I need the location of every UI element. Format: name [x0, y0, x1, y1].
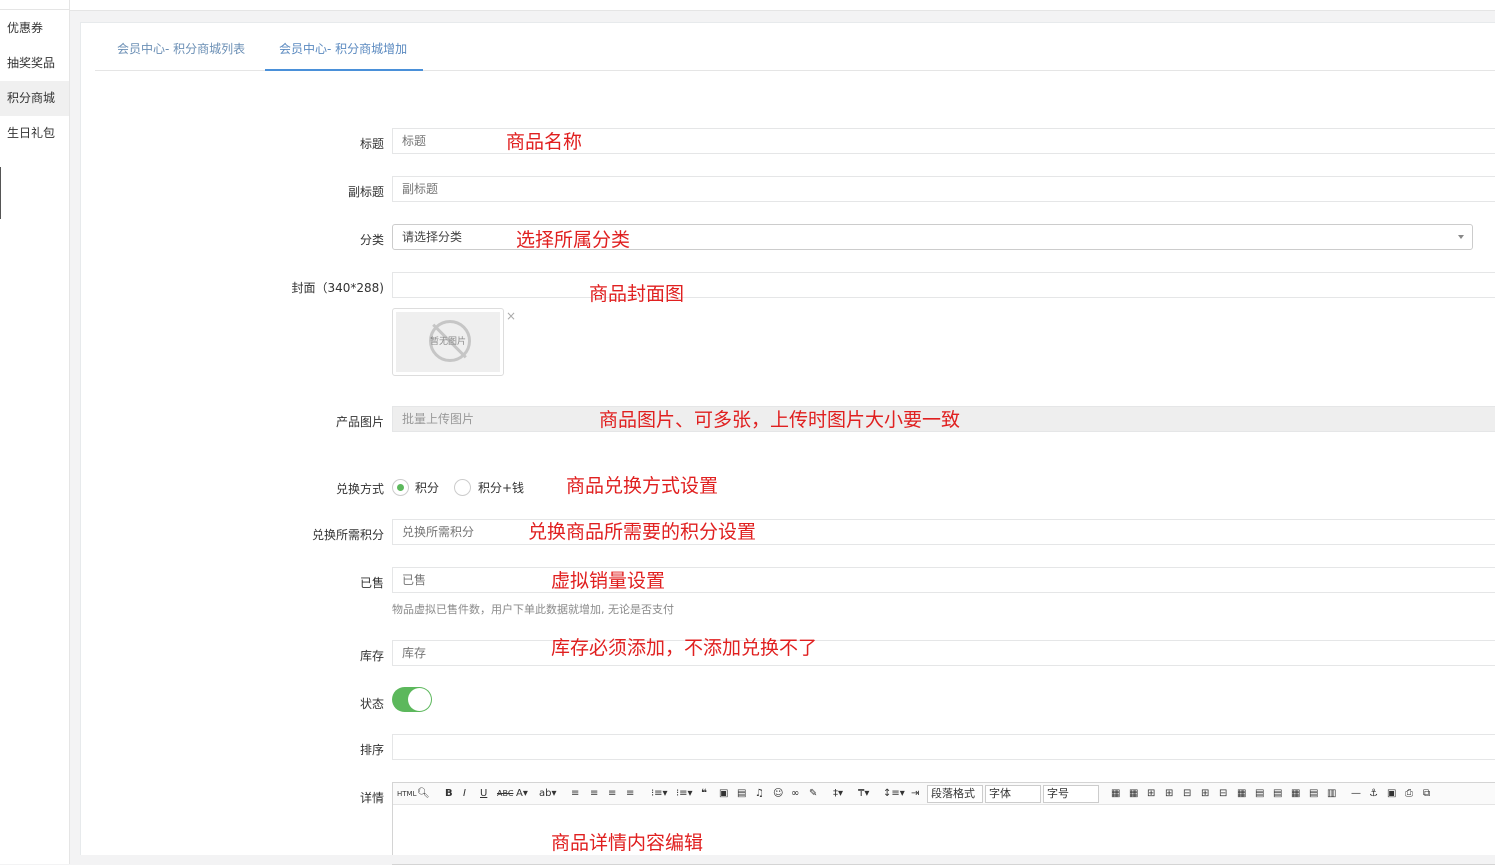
music-icon[interactable]: ♫ — [755, 786, 764, 802]
status-toggle[interactable] — [392, 687, 432, 712]
insert-row-before-icon[interactable]: ⊞ — [1147, 786, 1155, 802]
image-icon[interactable]: ▣ — [719, 786, 728, 802]
align-center-icon[interactable]: ≡ — [590, 786, 598, 802]
fullscreen-icon[interactable]: ⧉ — [1423, 786, 1430, 802]
italic-icon[interactable]: I — [463, 786, 466, 802]
indent-icon[interactable]: ⇥ — [911, 786, 919, 802]
annotation-sold: 虚拟销量设置 — [551, 570, 666, 592]
annotation-stock: 库存必须添加，不添加兑换不了 — [551, 637, 818, 659]
insert-col-icon[interactable]: ⊞ — [1201, 786, 1209, 802]
cover-thumbnail[interactable]: 暂无图片 — [392, 308, 504, 376]
paragraph-spacing-icon[interactable]: ₸▾ — [858, 786, 869, 802]
merge-cells-icon[interactable]: ▦ — [1237, 786, 1246, 802]
top-bar — [70, 0, 1495, 11]
unordered-list-icon[interactable]: ⁝≡▾ — [676, 786, 693, 802]
chevron-down-icon — [1458, 235, 1464, 239]
font-size-select[interactable]: 字号 — [1043, 785, 1099, 803]
font-family-select[interactable]: 字体 — [985, 785, 1041, 803]
anchor-icon[interactable]: ⚓ — [1369, 786, 1378, 802]
no-image-text: 暂无图片 — [429, 337, 466, 347]
exchange-option-points-money-label: 积分+钱 — [478, 481, 525, 495]
merge-right-icon[interactable]: ▤ — [1255, 786, 1264, 802]
delete-col-icon[interactable]: ⊟ — [1219, 786, 1227, 802]
annotation-exchange: 商品兑换方式设置 — [566, 475, 719, 497]
annotation-cover: 商品封面图 — [589, 283, 685, 305]
strikethrough-icon[interactable]: ABC — [497, 786, 513, 802]
tab-bar: 会员中心- 积分商城列表 会员中心- 积分商城增加 — [95, 35, 1495, 71]
content-card: 会员中心- 积分商城列表 会员中心- 积分商城增加 标题 商品名称 副标题 分类… — [80, 22, 1495, 865]
product-images-label: 产品图片 — [335, 415, 384, 429]
sidebar-top-divider — [0, 0, 70, 10]
delete-row-icon[interactable]: ⊟ — [1183, 786, 1191, 802]
detail-label: 详情 — [359, 791, 384, 805]
title-label: 标题 — [359, 137, 384, 151]
row-spacing-icon[interactable]: ↕≡▾ — [883, 786, 905, 802]
annotation-title: 商品名称 — [506, 131, 583, 153]
sort-input[interactable] — [392, 734, 1495, 760]
table-icon[interactable]: ▦ — [1111, 786, 1120, 802]
html-source-icon[interactable]: HTML — [397, 786, 416, 802]
footer-strip — [70, 855, 1495, 864]
align-left-icon[interactable]: ≡ — [571, 786, 579, 802]
template-icon[interactable]: ▣ — [1387, 786, 1396, 802]
cover-label: 封面（340*288) — [291, 281, 385, 295]
annotation-points: 兑换商品所需要的积分设置 — [528, 521, 757, 543]
sidebar-item-coupon[interactable]: 优惠券 — [0, 11, 69, 46]
merge-down-icon[interactable]: ▤ — [1273, 786, 1282, 802]
eraser-icon[interactable]: ✎ — [809, 786, 817, 802]
sidebar-item-points-mall[interactable]: 积分商城 — [0, 81, 69, 116]
exchange-option-points-label: 积分 — [415, 481, 440, 495]
close-icon[interactable]: × — [506, 309, 516, 323]
sort-label: 排序 — [359, 743, 384, 757]
file-icon[interactable]: ▤ — [737, 786, 746, 802]
tab-points-mall-list[interactable]: 会员中心- 积分商城列表 — [103, 35, 259, 71]
underline-icon[interactable]: U — [480, 786, 487, 802]
blockquote-icon[interactable]: ❝ — [701, 786, 707, 802]
points-required-label: 兑换所需积分 — [311, 528, 384, 542]
exchange-label: 兑换方式 — [335, 482, 384, 496]
exchange-radio-points-money[interactable] — [454, 479, 471, 496]
cover-input[interactable] — [392, 272, 1495, 298]
category-select-value: 请选择分类 — [402, 230, 463, 244]
ordered-list-icon[interactable]: ⁝≡▾ — [651, 786, 668, 802]
sidebar-item-lottery-prize[interactable]: 抽奖奖品 — [0, 46, 69, 81]
line-height-icon[interactable]: ‡▾ — [833, 786, 843, 802]
split-cols-icon[interactable]: ▥ — [1327, 786, 1336, 802]
emoji-icon[interactable]: ☺ — [773, 786, 783, 802]
subtitle-input[interactable] — [392, 176, 1495, 202]
font-color-icon[interactable]: A▾ — [516, 786, 528, 802]
tab-points-mall-add[interactable]: 会员中心- 积分商城增加 — [265, 35, 423, 71]
background-color-icon[interactable]: ab▾ — [539, 786, 557, 802]
exchange-radio-points[interactable] — [392, 479, 409, 496]
paragraph-format-select[interactable]: 段落格式 — [927, 785, 983, 803]
annotation-detail: 商品详情内容编辑 — [551, 832, 704, 854]
status-toggle-knob — [408, 688, 431, 711]
split-rows-icon[interactable]: ▤ — [1309, 786, 1318, 802]
link-icon[interactable]: ∞ — [791, 786, 799, 802]
sidebar: 优惠券 抽奖奖品 积分商城 生日礼包 — [0, 0, 70, 864]
print-icon[interactable]: ⎙ — [1405, 786, 1413, 802]
annotation-category: 选择所属分类 — [516, 229, 631, 251]
align-right-icon[interactable]: ≡ — [608, 786, 616, 802]
split-cells-icon[interactable]: ▦ — [1291, 786, 1300, 802]
editor-toolbar: HTML 🔍︎ B I U ABC A▾ ab▾ ≡ ≡ ≡ ≡ ⁝≡▾ ⁝≡▾… — [393, 783, 1495, 805]
sold-help-text: 物品虚拟已售件数，用户下单此数据就增加, 无论是否支付 — [392, 603, 674, 616]
horizontal-rule-icon[interactable]: — — [1351, 786, 1361, 802]
bold-icon[interactable]: B — [445, 786, 453, 802]
no-image-placeholder: 暂无图片 — [396, 312, 500, 372]
annotation-images: 商品图片、可多张，上传时图片大小要一致 — [599, 409, 961, 431]
sold-label: 已售 — [359, 576, 384, 590]
sidebar-item-birthday-gift[interactable]: 生日礼包 — [0, 116, 69, 151]
sidebar-edge-line — [0, 167, 1, 219]
status-label: 状态 — [359, 697, 384, 711]
preview-icon[interactable]: 🔍︎ — [417, 786, 430, 802]
insert-row-after-icon[interactable]: ⊞ — [1165, 786, 1173, 802]
stock-label: 库存 — [359, 649, 384, 663]
align-justify-icon[interactable]: ≡ — [626, 786, 634, 802]
subtitle-label: 副标题 — [347, 185, 384, 199]
table-insert-icon[interactable]: ▦ — [1129, 786, 1138, 802]
category-label: 分类 — [359, 233, 384, 247]
